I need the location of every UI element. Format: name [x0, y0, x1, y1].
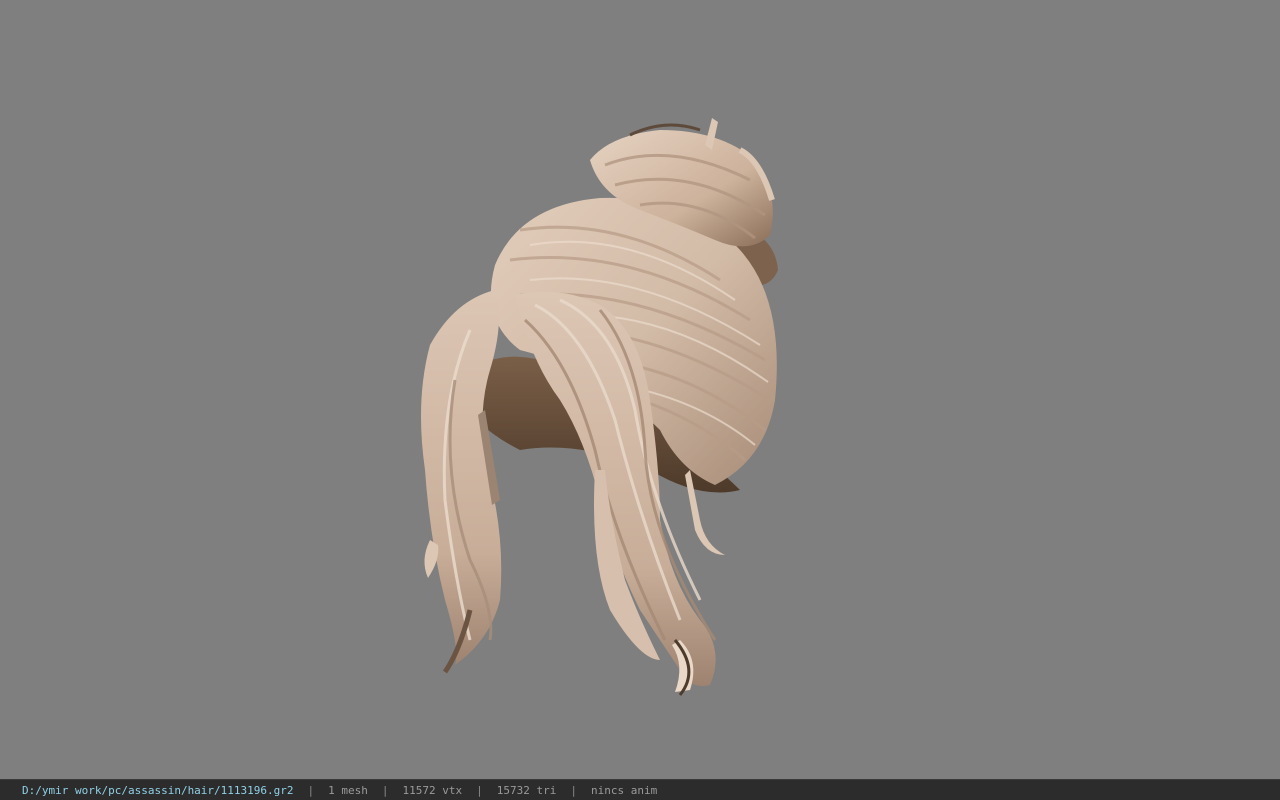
file-path-label: D:/ymir work/pc/assassin/hair/1113196.gr… [22, 783, 294, 797]
triangle-count-label: 15732 tri [496, 783, 557, 797]
3d-viewport[interactable] [0, 0, 1280, 779]
animation-status-label: nincs anim [591, 783, 658, 797]
status-separator: | [476, 783, 483, 797]
status-bar: D:/ymir work/pc/assassin/hair/1113196.gr… [0, 779, 1280, 800]
status-separator: | [307, 783, 315, 797]
mesh-count-label: 1 mesh [328, 783, 368, 797]
status-separator: | [570, 783, 577, 797]
vertex-count-label: 11572 vtx [402, 783, 463, 797]
status-separator: | [381, 783, 389, 797]
hair-model[interactable] [0, 0, 1280, 779]
